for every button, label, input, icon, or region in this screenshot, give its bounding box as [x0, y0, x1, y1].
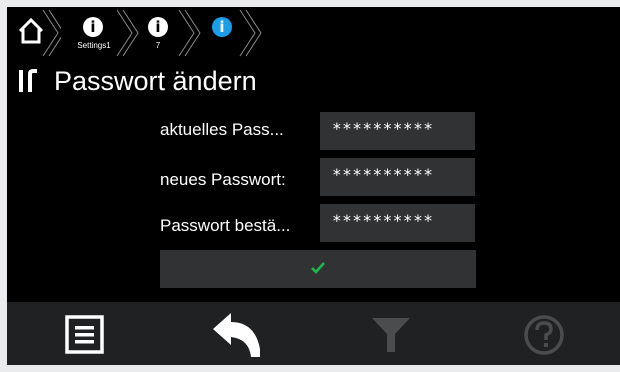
- breadcrumb-sublabel: Settings1: [77, 41, 111, 50]
- filter-icon: [372, 318, 410, 352]
- back-button[interactable]: [187, 302, 287, 365]
- chevron-right-icon: [42, 9, 61, 57]
- page-title: Passwort ändern: [54, 66, 257, 96]
- help-icon: [524, 315, 564, 355]
- chevron-right-icon: [116, 9, 139, 57]
- checkmark-icon: [311, 262, 325, 274]
- confirm-button[interactable]: [160, 250, 476, 288]
- info-icon: i: [148, 17, 168, 37]
- confirm-password-field[interactable]: **********: [320, 204, 475, 242]
- info-icon: i: [83, 17, 103, 37]
- device-screen: i Settings1 i 7 i Passwort ändern aktuel…: [7, 7, 620, 365]
- breadcrumb-item-current[interactable]: i: [177, 7, 267, 60]
- confirm-password-label: Passwort bestä...: [160, 216, 291, 235]
- page-header: Passwort ändern: [7, 64, 620, 100]
- breadcrumb-sublabel: 7: [155, 41, 161, 50]
- wrench-screwdriver-icon: [19, 69, 37, 92]
- current-password-field[interactable]: **********: [320, 112, 475, 150]
- menu-list-icon: [65, 315, 104, 354]
- breadcrumb-item-7[interactable]: i 7: [115, 7, 171, 60]
- current-password-label: aktuelles Pass...: [160, 120, 284, 139]
- menu-button[interactable]: [35, 302, 135, 365]
- filter-button[interactable]: [340, 302, 440, 365]
- new-password-field[interactable]: **********: [320, 158, 475, 196]
- back-arrow-icon: [213, 313, 260, 357]
- breadcrumb: i Settings1 i 7 i: [7, 7, 620, 60]
- new-password-label: neues Passwort:: [160, 170, 286, 189]
- breadcrumb-item-settings1[interactable]: i Settings1: [41, 7, 111, 60]
- bottom-toolbar: [7, 302, 620, 365]
- info-icon: i: [212, 17, 232, 37]
- help-button[interactable]: [495, 302, 595, 365]
